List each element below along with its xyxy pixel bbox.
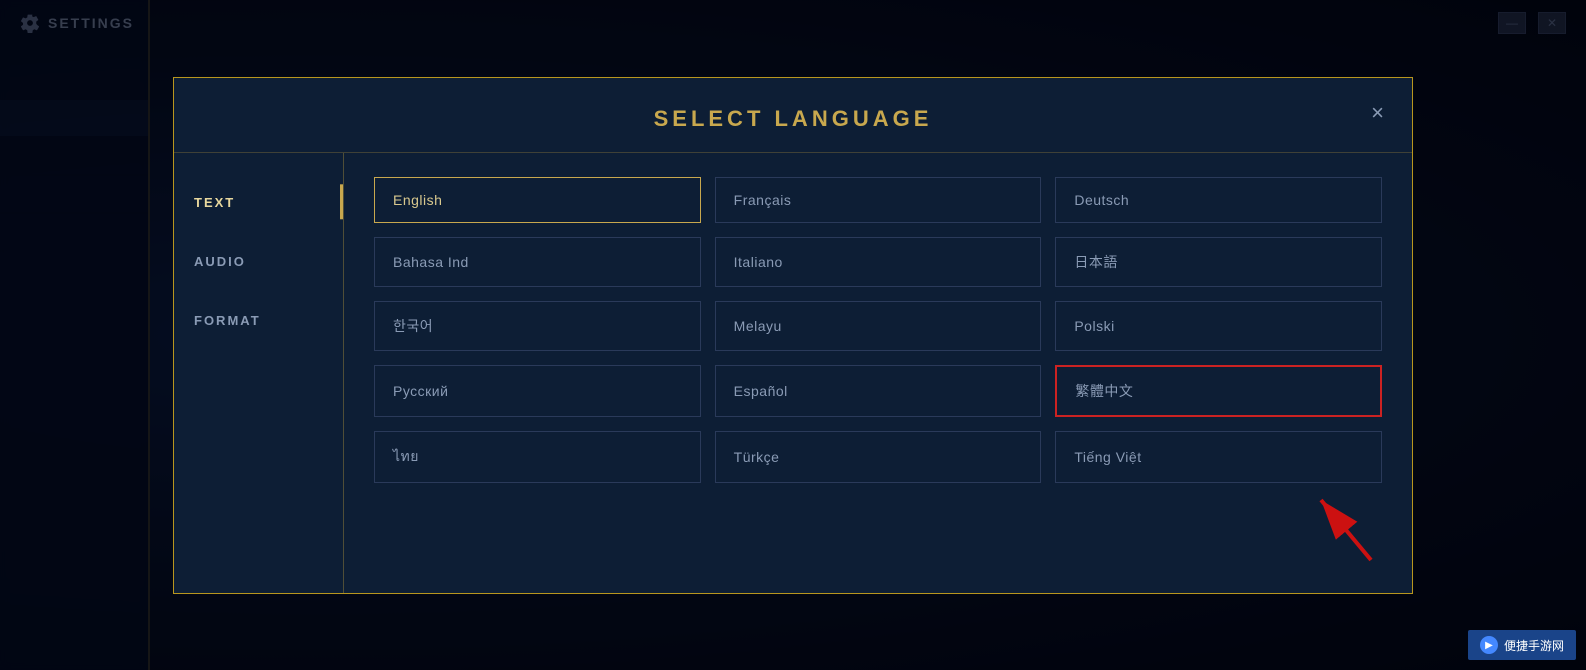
- dialog-header: SELECT LANGUAGE ×: [174, 78, 1412, 153]
- lang-espanol-button[interactable]: Español: [715, 365, 1042, 417]
- lang-russian-button[interactable]: Русский: [374, 365, 701, 417]
- tab-audio[interactable]: AUDIO: [174, 232, 343, 291]
- lang-turkish-button[interactable]: Türkçe: [715, 431, 1042, 483]
- lang-francais-button[interactable]: Français: [715, 177, 1042, 223]
- lang-vietnamese-button[interactable]: Tiếng Việt: [1055, 431, 1382, 483]
- dialog-title: SELECT LANGUAGE: [654, 106, 933, 131]
- watermark-text: 便捷手游网: [1504, 637, 1564, 654]
- lang-melayu-button[interactable]: Melayu: [715, 301, 1042, 351]
- lang-bahasa-button[interactable]: Bahasa Ind: [374, 237, 701, 287]
- lang-korean-button[interactable]: 한국어: [374, 301, 701, 351]
- select-language-dialog: SELECT LANGUAGE × TEXT AUDIO FORMAT Engl…: [173, 77, 1413, 594]
- lang-japanese-button[interactable]: 日本語: [1055, 237, 1382, 287]
- lang-chinese-traditional-button[interactable]: 繁體中文: [1055, 365, 1382, 417]
- watermark: ▶ 便捷手游网: [1468, 630, 1576, 660]
- lang-deutsch-button[interactable]: Deutsch: [1055, 177, 1382, 223]
- tab-format[interactable]: FORMAT: [174, 291, 343, 350]
- tab-panel: TEXT AUDIO FORMAT: [174, 153, 344, 593]
- lang-english-button[interactable]: English: [374, 177, 701, 223]
- tab-text[interactable]: TEXT: [174, 173, 343, 232]
- lang-thai-button[interactable]: ไทย: [374, 431, 701, 483]
- dialog-body: TEXT AUDIO FORMAT English Français Deu: [174, 153, 1412, 593]
- lang-polski-button[interactable]: Polski: [1055, 301, 1382, 351]
- modal-overlay: SELECT LANGUAGE × TEXT AUDIO FORMAT Engl…: [0, 0, 1586, 670]
- lang-italiano-button[interactable]: Italiano: [715, 237, 1042, 287]
- close-dialog-button[interactable]: ×: [1363, 98, 1392, 128]
- language-grid: English Français Deutsch Bahasa Ind Ital…: [344, 153, 1412, 593]
- watermark-icon: ▶: [1480, 636, 1498, 654]
